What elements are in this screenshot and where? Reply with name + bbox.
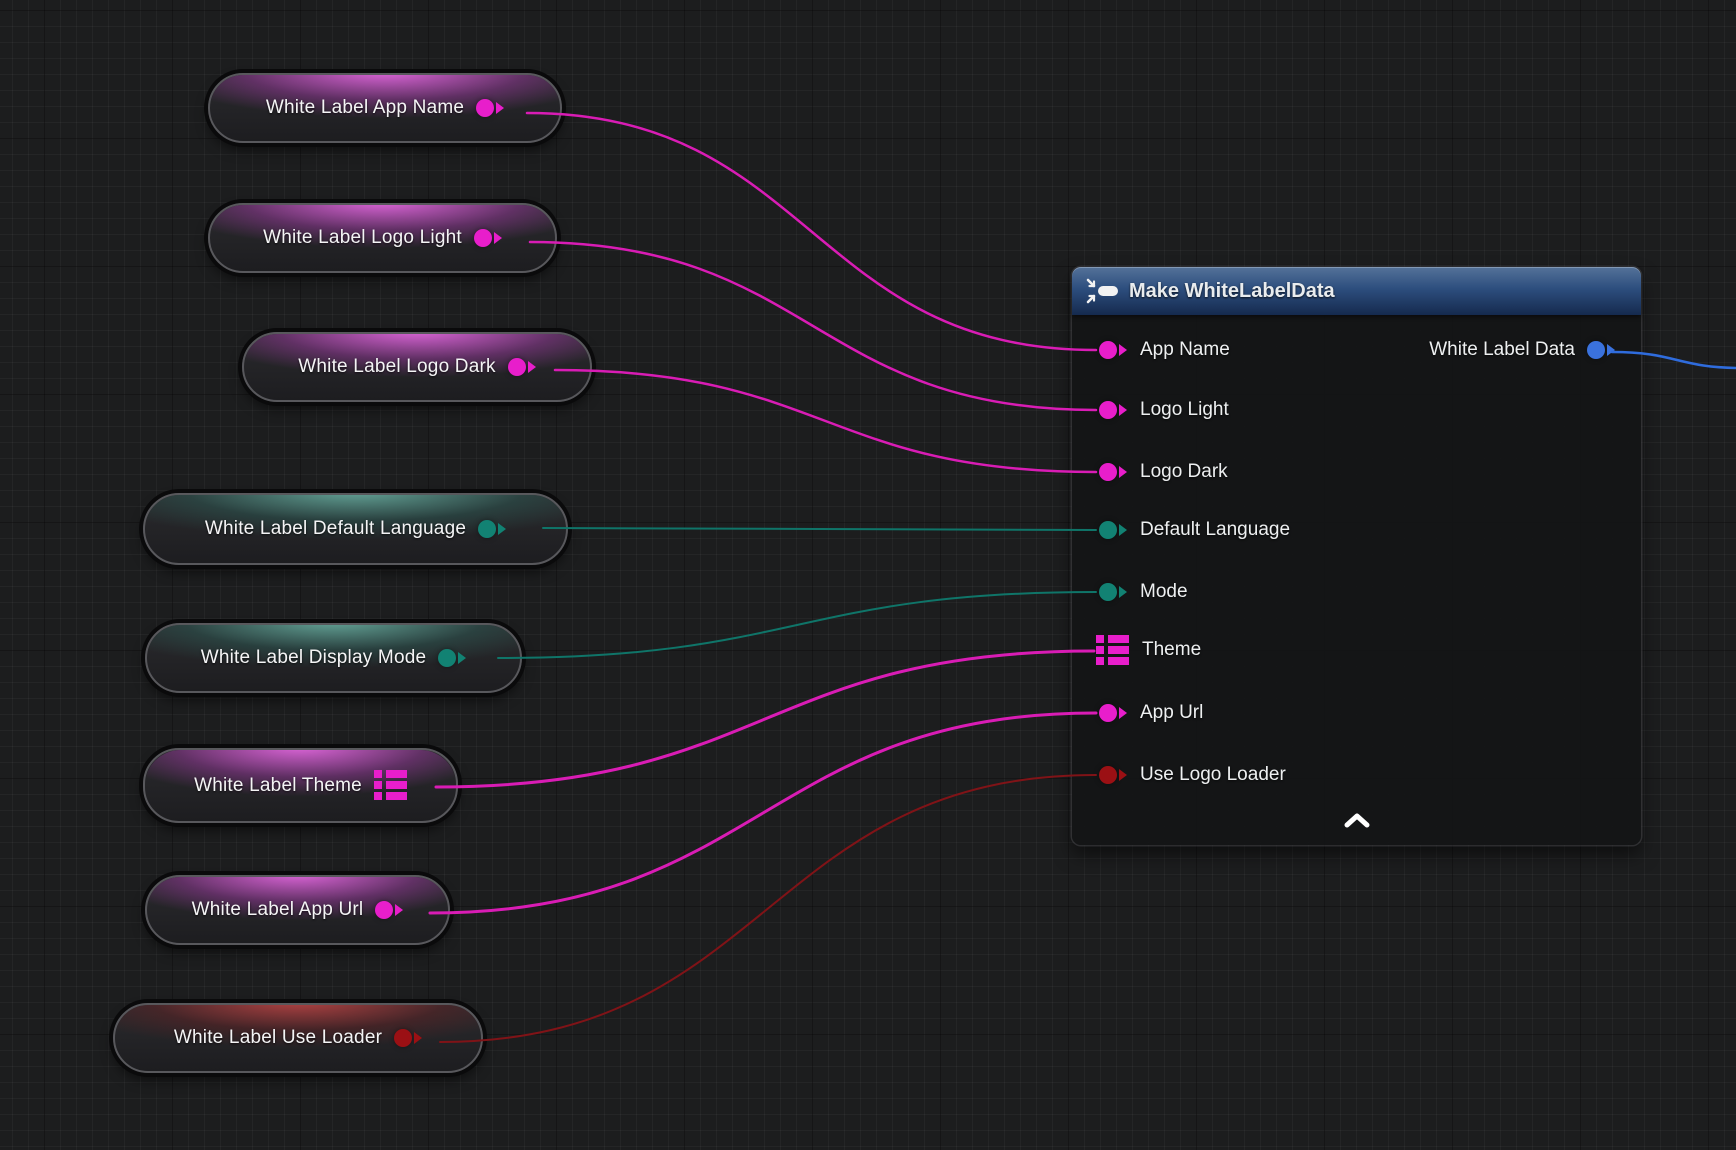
node-get-white-label-default-language[interactable]: White Label Default Language — [143, 493, 568, 565]
node-label: White Label Default Language — [205, 518, 466, 540]
node-get-white-label-app-url[interactable]: White Label App Url — [145, 875, 450, 945]
input-pin-string[interactable] — [1099, 463, 1127, 481]
pin-label: Logo Light — [1140, 399, 1229, 421]
node-get-white-label-logo-light[interactable]: White Label Logo Light — [208, 203, 557, 273]
input-pin-bool[interactable] — [1099, 766, 1127, 784]
output-pin-struct-icon[interactable] — [374, 770, 407, 801]
node-get-white-label-display-mode[interactable]: White Label Display Mode — [145, 623, 522, 693]
input-pin-enum[interactable] — [1099, 521, 1127, 539]
node-title: Make WhiteLabelData — [1129, 280, 1335, 303]
pin-label: Logo Dark — [1140, 461, 1228, 483]
output-pin-string[interactable] — [375, 901, 403, 919]
node-label: White Label Logo Dark — [298, 356, 495, 378]
input-pin-struct-icon[interactable] — [1096, 635, 1129, 666]
wire-white-label-theme[interactable] — [436, 651, 1094, 787]
node-label: White Label Theme — [194, 775, 362, 797]
node-label: White Label Display Mode — [201, 647, 427, 669]
wire-white-label-use-loader[interactable] — [440, 775, 1096, 1042]
output-row-white-label-data[interactable]: White Label Data — [1429, 336, 1615, 364]
pin-label: Default Language — [1140, 519, 1290, 541]
blueprint-graph-canvas[interactable]: White Label App Name White Label Logo Li… — [0, 0, 1736, 1150]
input-row-theme[interactable]: Theme — [1096, 636, 1201, 664]
node-get-white-label-app-name[interactable]: White Label App Name — [208, 73, 562, 143]
input-pin-string[interactable] — [1099, 341, 1127, 359]
collapse-chevron-icon[interactable] — [1344, 813, 1370, 828]
node-get-white-label-theme[interactable]: White Label Theme — [143, 748, 458, 823]
pin-label: App Name — [1140, 339, 1230, 361]
input-pin-string[interactable] — [1099, 704, 1127, 722]
wire-white-label-app-url[interactable] — [430, 713, 1096, 913]
output-pin-string[interactable] — [508, 358, 536, 376]
pin-label: Mode — [1140, 581, 1188, 603]
pin-label: App Url — [1140, 702, 1203, 724]
input-row-app-url[interactable]: App Url — [1099, 699, 1203, 727]
input-row-app-name[interactable]: App Name — [1099, 336, 1230, 364]
node-header[interactable]: Make WhiteLabelData — [1072, 267, 1641, 315]
output-pin-string[interactable] — [476, 99, 504, 117]
node-get-white-label-use-loader[interactable]: White Label Use Loader — [113, 1003, 483, 1073]
pin-label: White Label Data — [1429, 339, 1575, 361]
node-get-white-label-logo-dark[interactable]: White Label Logo Dark — [242, 332, 592, 402]
node-label: White Label Use Loader — [174, 1027, 382, 1049]
wire-white-label-logo-dark[interactable] — [555, 370, 1096, 472]
input-row-logo-light[interactable]: Logo Light — [1099, 396, 1229, 424]
wire-white-label-logo-light[interactable] — [530, 242, 1096, 410]
input-row-default-language[interactable]: Default Language — [1099, 516, 1290, 544]
output-pin-bool[interactable] — [394, 1029, 422, 1047]
output-pin-enum[interactable] — [438, 649, 466, 667]
output-pin-string[interactable] — [474, 229, 502, 247]
input-row-logo-dark[interactable]: Logo Dark — [1099, 458, 1228, 486]
pin-label: Use Logo Loader — [1140, 764, 1286, 786]
input-pin-string[interactable] — [1099, 401, 1127, 419]
output-pin-struct[interactable] — [1587, 341, 1615, 359]
output-pin-enum[interactable] — [478, 520, 506, 538]
input-row-mode[interactable]: Mode — [1099, 578, 1188, 606]
node-make-whitelabeldata[interactable]: Make WhiteLabelData App Name Logo Light … — [1072, 267, 1641, 845]
wire-white-label-app-name[interactable] — [527, 113, 1096, 350]
wire-white-label-default-language[interactable] — [543, 528, 1096, 530]
node-label: White Label App Url — [192, 899, 364, 921]
wire-white-label-display-mode[interactable] — [498, 592, 1096, 658]
input-row-use-logo-loader[interactable]: Use Logo Loader — [1099, 761, 1286, 789]
pin-label: Theme — [1142, 639, 1201, 661]
input-pin-enum[interactable] — [1099, 583, 1127, 601]
node-label: White Label App Name — [266, 97, 464, 119]
node-label: White Label Logo Light — [263, 227, 462, 249]
make-struct-icon — [1085, 276, 1119, 306]
